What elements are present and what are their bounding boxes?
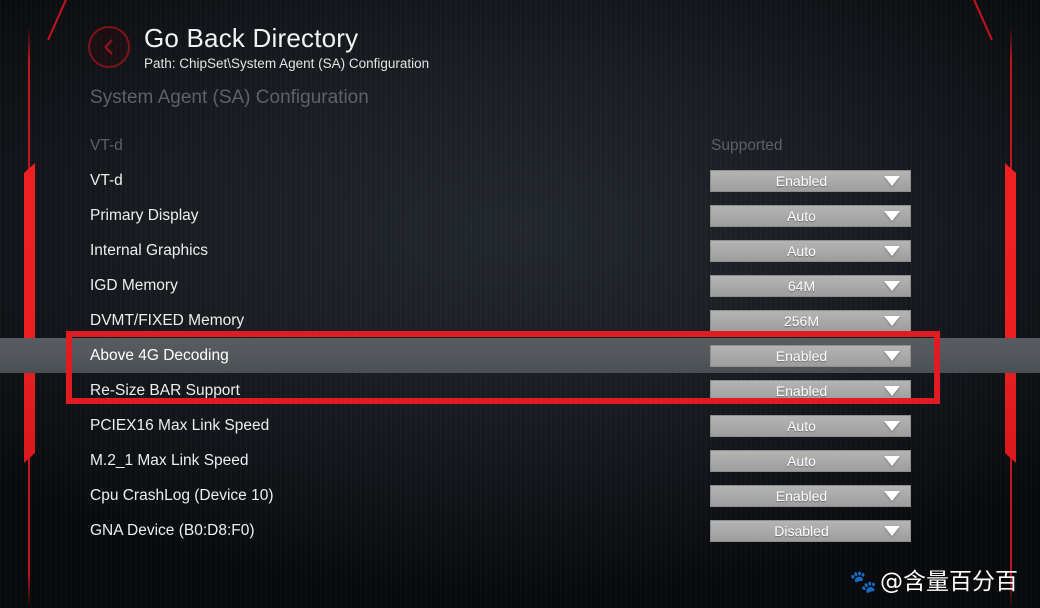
dropdown-value: Enabled xyxy=(775,172,828,189)
settings-row[interactable]: VT-d Enabled xyxy=(0,163,1040,198)
dropdown-value: 64M xyxy=(787,277,816,294)
settings-row[interactable]: M.2_1 Max Link Speed Auto xyxy=(0,443,1040,478)
settings-dropdown[interactable]: Auto xyxy=(710,204,911,227)
settings-row[interactable]: GNA Device (B0:D8:F0) Disabled xyxy=(0,513,1040,548)
chevron-down-icon xyxy=(884,210,900,221)
bios-screen: Go Back Directory Path: ChipSet\System A… xyxy=(0,0,1040,608)
chevron-down-icon xyxy=(884,455,900,466)
settings-row[interactable]: Cpu CrashLog (Device 10) Enabled xyxy=(0,478,1040,513)
settings-row-label: Internal Graphics xyxy=(90,241,209,259)
settings-dropdown[interactable]: Enabled xyxy=(710,484,911,507)
dropdown-value: Auto xyxy=(787,417,816,434)
settings-dropdown[interactable]: 256M xyxy=(710,309,911,332)
chevron-down-icon xyxy=(884,245,900,256)
chevron-down-icon xyxy=(884,525,900,536)
settings-row-label: M.2_1 Max Link Speed xyxy=(90,451,249,469)
watermark-text: @含量百分百 xyxy=(880,569,1018,595)
edge-diagonal-right xyxy=(969,0,993,41)
settings-list: VT-d Supported VT-d Enabled Primary Display A… xyxy=(0,128,1040,548)
settings-dropdown[interactable]: Enabled xyxy=(710,344,911,367)
section-heading: System Agent (SA) Configuration xyxy=(90,87,369,108)
settings-dropdown[interactable]: Disabled xyxy=(710,519,911,542)
chevron-down-icon xyxy=(884,420,900,431)
settings-row-label: Re-Size BAR Support xyxy=(90,381,240,399)
dropdown-value: Auto xyxy=(787,452,816,469)
settings-row-label: DVMT/FIXED Memory xyxy=(90,311,245,329)
settings-row[interactable]: Primary Display Auto xyxy=(0,198,1040,233)
settings-row-label: Cpu CrashLog (Device 10) xyxy=(90,486,274,504)
settings-dropdown[interactable]: Auto xyxy=(710,239,911,262)
settings-dropdown[interactable]: 64M xyxy=(710,274,911,297)
page-title: Go Back Directory xyxy=(144,23,359,53)
dropdown-value: 256M xyxy=(783,312,820,329)
watermark: 🐾 @含量百分百 xyxy=(850,571,1018,594)
dropdown-value: Disabled xyxy=(774,522,829,539)
chevron-down-icon xyxy=(884,280,900,291)
dropdown-value: Auto xyxy=(787,207,816,224)
settings-row-label: PCIEX16 Max Link Speed xyxy=(90,416,270,434)
header-text-block: Go Back Directory Path: ChipSet\System A… xyxy=(144,22,429,71)
settings-row: VT-d Supported xyxy=(0,128,1040,163)
dropdown-value: Enabled xyxy=(775,382,828,399)
settings-row[interactable]: Internal Graphics Auto xyxy=(0,233,1040,268)
settings-row[interactable]: Re-Size BAR Support Enabled xyxy=(0,373,1040,408)
settings-row-value: Supported xyxy=(711,136,783,154)
settings-dropdown[interactable]: Enabled xyxy=(710,169,911,192)
settings-row[interactable]: IGD Memory 64M xyxy=(0,268,1040,303)
settings-row[interactable]: PCIEX16 Max Link Speed Auto xyxy=(0,408,1040,443)
header: Go Back Directory Path: ChipSet\System A… xyxy=(88,22,429,71)
settings-dropdown[interactable]: Auto xyxy=(710,449,911,472)
settings-row-label: GNA Device (B0:D8:F0) xyxy=(90,521,255,539)
baidu-paw-icon: 🐾 xyxy=(849,569,877,595)
chevron-down-icon xyxy=(884,385,900,396)
settings-row[interactable]: DVMT/FIXED Memory 256M xyxy=(0,303,1040,338)
breadcrumb: Path: ChipSet\System Agent (SA) Configur… xyxy=(144,56,430,72)
dropdown-value: Enabled xyxy=(775,487,828,504)
settings-row-label: Above 4G Decoding xyxy=(90,346,229,364)
dropdown-value: Enabled xyxy=(775,347,828,364)
chevron-down-icon xyxy=(884,175,900,186)
dropdown-value: Auto xyxy=(787,242,816,259)
settings-row-label: Primary Display xyxy=(90,206,199,224)
settings-dropdown[interactable]: Auto xyxy=(710,414,911,437)
edge-diagonal-left xyxy=(47,0,71,41)
settings-row-label: VT-d xyxy=(90,136,123,154)
settings-row-label: IGD Memory xyxy=(90,276,178,294)
settings-row[interactable]: Above 4G Decoding Enabled xyxy=(0,338,1040,373)
chevron-left-circle-icon[interactable] xyxy=(88,26,130,68)
chevron-down-icon xyxy=(884,315,900,326)
settings-dropdown[interactable]: Enabled xyxy=(710,379,911,402)
chevron-down-icon xyxy=(884,490,900,501)
settings-row-label: VT-d xyxy=(90,171,123,189)
chevron-down-icon xyxy=(884,350,900,361)
